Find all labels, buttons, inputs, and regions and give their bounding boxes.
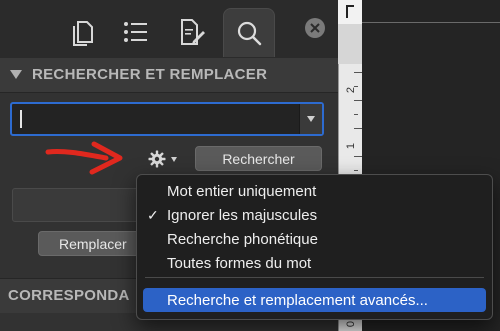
- menu-item-label: Toutes formes du mot: [167, 254, 312, 272]
- ruler-tick: [354, 156, 362, 157]
- ruler-tick: [354, 114, 358, 115]
- menu-item-ignore-case[interactable]: ✓ Ignorer les majuscules: [137, 203, 492, 227]
- menu-item-label: Recherche phonétique: [167, 230, 318, 248]
- annotation-arrow-icon: [45, 141, 123, 175]
- matches-section-title: CORRESPONDA: [8, 287, 130, 304]
- ruler-tick: [354, 100, 362, 101]
- gear-icon: [148, 150, 165, 168]
- search-input[interactable]: [18, 108, 292, 132]
- chevron-down-icon: [170, 156, 177, 162]
- replace-button-label: Remplacer: [59, 235, 127, 252]
- tab-outline[interactable]: [110, 8, 160, 56]
- replace-input[interactable]: [12, 188, 152, 222]
- menu-item-whole-word[interactable]: Mot entier uniquement: [137, 179, 492, 203]
- ruler-tick: [354, 86, 358, 87]
- text-cursor: [20, 110, 22, 128]
- menu-item-label: Mot entier uniquement: [167, 182, 317, 200]
- ruler-tick: [354, 72, 362, 73]
- tab-stop-icon: [346, 5, 354, 18]
- replace-button[interactable]: Remplacer: [38, 231, 148, 256]
- menu-item-label: Recherche et remplacement avancés...: [167, 291, 428, 309]
- ruler-number: 2: [345, 86, 358, 94]
- edit-document-icon: [181, 19, 205, 45]
- menu-item-advanced-find-replace[interactable]: Recherche et remplacement avancés...: [143, 288, 486, 312]
- menu-item-label: Ignorer les majuscules: [167, 206, 318, 224]
- search-icon: [237, 21, 262, 46]
- ruler-number: 1: [345, 142, 358, 150]
- close-circle-icon: [310, 23, 320, 33]
- section-title: RECHERCHER ET REMPLACER: [32, 66, 268, 83]
- menu-item-all-word-forms[interactable]: Toutes formes du mot: [137, 251, 492, 275]
- app-window: RECHERCHER ET REMPLACER Rechercher Rempl…: [0, 0, 500, 331]
- ruler-corner[interactable]: [338, 0, 362, 25]
- search-options-button[interactable]: [140, 148, 184, 170]
- menu-item-phonetic[interactable]: Recherche phonétique: [137, 227, 492, 251]
- list-icon: [124, 22, 147, 42]
- search-history-dropdown-button[interactable]: [299, 104, 322, 134]
- search-button[interactable]: Rechercher: [195, 146, 322, 171]
- ruler-number: 0: [345, 320, 358, 328]
- tab-search[interactable]: [223, 8, 275, 57]
- panel-toolbar: [0, 0, 338, 59]
- documents-icon: [73, 21, 93, 46]
- chevron-down-icon: [307, 116, 315, 122]
- disclosure-triangle-icon[interactable]: [10, 70, 22, 79]
- find-replace-section-header[interactable]: RECHERCHER ET REMPLACER: [0, 58, 338, 93]
- tab-edit[interactable]: [167, 8, 217, 56]
- menu-separator: [145, 277, 484, 278]
- checkmark-icon: ✓: [147, 206, 159, 223]
- search-combobox[interactable]: [10, 102, 324, 136]
- page-edge-line: [362, 22, 500, 23]
- ruler-margin-region: [338, 24, 362, 64]
- tab-documents[interactable]: [58, 8, 108, 56]
- ruler-tick: [354, 128, 362, 129]
- search-options-menu: Mot entier uniquement ✓ Ignorer les maju…: [136, 174, 493, 320]
- close-panel-button[interactable]: [305, 18, 325, 38]
- ruler-tick: [354, 170, 358, 171]
